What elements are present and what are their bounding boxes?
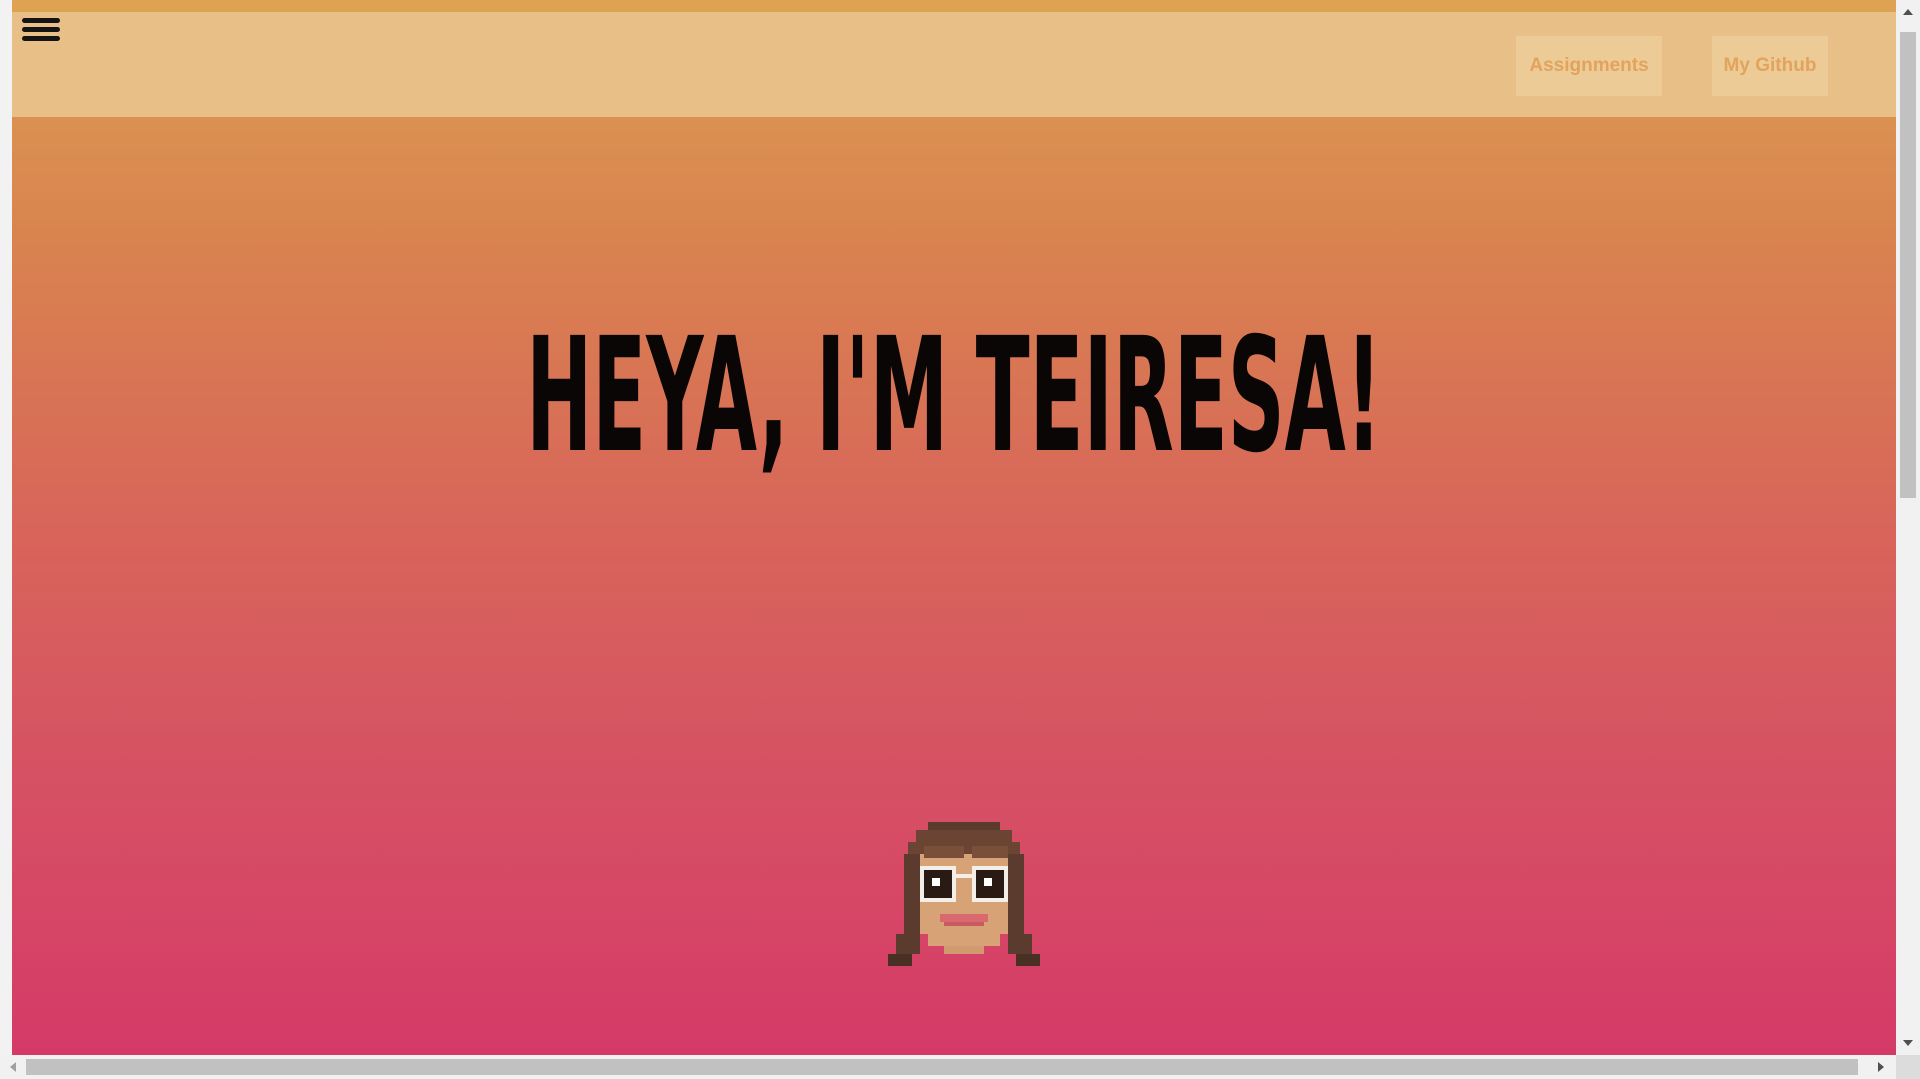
- nav-link-assignments[interactable]: Assignments: [1516, 36, 1662, 96]
- hamburger-menu-icon[interactable]: [22, 18, 62, 56]
- vertical-scroll-thumb[interactable]: [1900, 32, 1916, 498]
- top-accent-strip: [12, 0, 1896, 12]
- scroll-up-arrow-icon[interactable]: [1903, 9, 1913, 15]
- horizontal-scrollbar[interactable]: [0, 1055, 1896, 1079]
- hero-title: HEYA, I'M TEIRESA!: [526, 304, 1382, 488]
- window-left-edge: [0, 0, 12, 1079]
- scroll-left-arrow-icon[interactable]: [10, 1062, 16, 1072]
- page-viewport: Assignments My Github HEYA, I'M TEIRESA!: [12, 0, 1896, 1055]
- pixel-avatar-image: [888, 822, 1040, 966]
- scroll-right-arrow-icon[interactable]: [1878, 1062, 1884, 1072]
- nav-link-my-github[interactable]: My Github: [1712, 36, 1828, 96]
- scroll-down-arrow-icon[interactable]: [1903, 1040, 1913, 1046]
- vertical-scrollbar[interactable]: [1896, 0, 1920, 1055]
- navbar: Assignments My Github: [12, 12, 1896, 117]
- scrollbar-corner: [1896, 1055, 1920, 1079]
- horizontal-scroll-thumb[interactable]: [26, 1059, 1858, 1075]
